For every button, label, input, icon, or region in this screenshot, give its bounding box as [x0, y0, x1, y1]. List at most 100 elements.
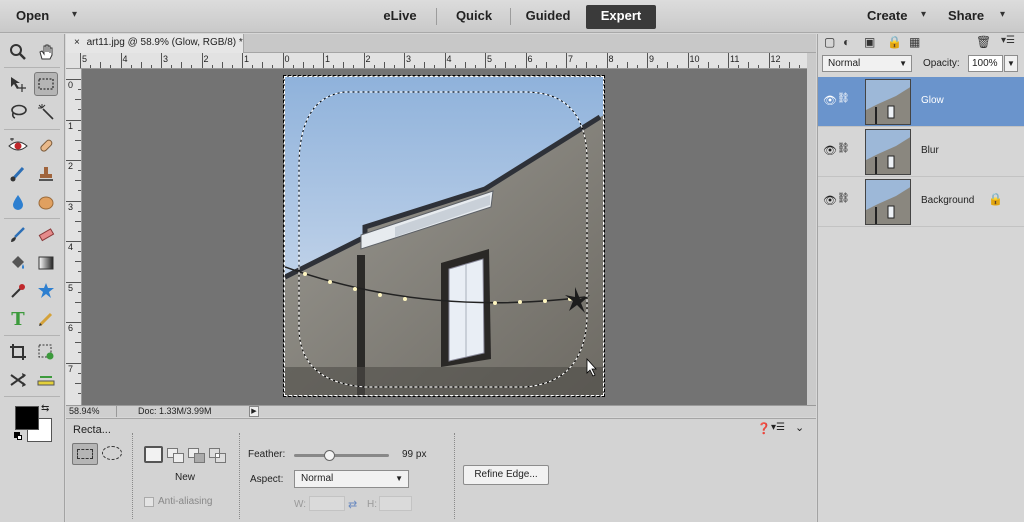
- sponge-icon[interactable]: [34, 190, 58, 214]
- new-selection-icon[interactable]: [144, 446, 163, 463]
- visibility-eye-icon[interactable]: 👁: [823, 144, 837, 157]
- ruler-label: 2: [68, 161, 74, 171]
- crop-icon[interactable]: [6, 340, 30, 364]
- add-selection-icon[interactable]: [167, 448, 185, 464]
- feather-slider-track[interactable]: [294, 450, 389, 461]
- close-tab-icon[interactable]: ×: [74, 37, 80, 48]
- opacity-dropdown-icon[interactable]: ▼: [1004, 55, 1018, 72]
- layer-link-icon[interactable]: ⛓: [837, 93, 850, 104]
- ruler-minor-tick: [100, 62, 102, 68]
- mode-guided[interactable]: Guided: [514, 5, 582, 29]
- width-input[interactable]: [309, 496, 345, 511]
- layer-row-blur[interactable]: 👁 ⛓ Blur: [818, 127, 1024, 177]
- layers-menu-icon[interactable]: ▾☰: [1001, 35, 1015, 46]
- ruler-label: 1: [244, 54, 250, 64]
- brush-icon[interactable]: [6, 223, 30, 247]
- rectangular-marquee-icon[interactable]: [34, 72, 58, 96]
- subtract-selection-icon[interactable]: [188, 448, 206, 464]
- mode-elive[interactable]: eLive: [368, 5, 432, 29]
- ruler-minor-tick: [626, 62, 628, 68]
- adjustment-layer-icon[interactable]: ◐: [843, 35, 850, 49]
- custom-shape-icon[interactable]: [34, 279, 58, 303]
- visibility-eye-icon[interactable]: 👁: [823, 194, 837, 207]
- clone-stamp-icon[interactable]: [34, 162, 58, 186]
- layer-link-icon[interactable]: ⛓: [837, 193, 850, 204]
- help-icon[interactable]: ❓: [757, 422, 771, 435]
- feather-slider-handle[interactable]: [324, 450, 336, 461]
- zoom-icon[interactable]: [6, 40, 30, 64]
- elliptical-marquee-option-icon[interactable]: [102, 446, 122, 460]
- swap-colors-icon[interactable]: ⇆: [41, 403, 49, 414]
- eraser-icon[interactable]: [34, 223, 58, 247]
- mode-quick[interactable]: Quick: [442, 5, 506, 29]
- canvas-area[interactable]: [82, 69, 807, 405]
- ruler-label: 5: [487, 54, 493, 64]
- layer-name[interactable]: Background: [921, 195, 974, 206]
- recompose-icon[interactable]: [34, 340, 58, 364]
- intersect-selection-icon[interactable]: [209, 448, 227, 464]
- layer-lock-icon[interactable]: 🔒: [988, 192, 1003, 206]
- ruler-label: 5: [68, 282, 74, 293]
- red-eye-icon[interactable]: [6, 134, 30, 158]
- blur-icon[interactable]: [6, 190, 30, 214]
- layer-mask-icon[interactable]: ▣: [864, 35, 875, 49]
- refine-edge-button[interactable]: Refine Edge...: [463, 465, 549, 485]
- blend-mode-dropdown[interactable]: Normal ▼: [822, 55, 912, 72]
- smart-brush-icon[interactable]: [6, 162, 30, 186]
- options-menu-icon[interactable]: ▾☰: [771, 422, 785, 433]
- width-label: W:: [294, 499, 307, 510]
- mode-expert[interactable]: Expert: [586, 5, 656, 29]
- hand-icon[interactable]: [34, 40, 58, 64]
- create-button[interactable]: Create: [867, 8, 907, 23]
- content-aware-move-icon[interactable]: [6, 368, 30, 392]
- foreground-color-swatch-front[interactable]: [15, 406, 39, 430]
- lock-all-icon[interactable]: 🔒: [887, 35, 902, 49]
- height-input[interactable]: [379, 496, 412, 511]
- paint-bucket-icon[interactable]: [6, 251, 30, 275]
- ruler-minor-tick: [75, 220, 81, 222]
- default-colors-icon[interactable]: [14, 432, 22, 440]
- collapse-options-icon[interactable]: ⌄: [795, 421, 804, 434]
- aspect-dropdown[interactable]: Normal ▼: [294, 470, 409, 488]
- ruler-minor-tick: [221, 62, 223, 68]
- layer-name[interactable]: Blur: [921, 145, 939, 156]
- layer-link-icon[interactable]: ⛓: [837, 143, 850, 154]
- anti-aliasing-checkbox[interactable]: [144, 497, 154, 507]
- pencil-icon[interactable]: [34, 307, 58, 331]
- move-icon[interactable]: [6, 72, 30, 96]
- straighten-icon[interactable]: [34, 368, 58, 392]
- open-button[interactable]: Open: [16, 8, 49, 23]
- opacity-input[interactable]: 100%: [968, 55, 1003, 72]
- visibility-eye-icon[interactable]: 👁: [823, 94, 837, 107]
- document-tab[interactable]: × art11.jpg @ 58.9% (Glow, RGB/8) *: [66, 34, 244, 53]
- layer-row-glow[interactable]: 👁 ⛓ Glow: [818, 77, 1024, 127]
- new-layer-icon[interactable]: ▢: [824, 35, 835, 49]
- mode-divider: [436, 8, 437, 25]
- ruler-minor-tick: [302, 62, 304, 68]
- swap-width-height-icon[interactable]: ⇄: [348, 498, 357, 511]
- status-bar: 58.94% Doc: 1.33M/3.99M ▶: [66, 405, 816, 417]
- gradient-icon[interactable]: [34, 251, 58, 275]
- lock-transparency-icon[interactable]: ▦: [909, 35, 920, 49]
- delete-layer-icon[interactable]: 🗑: [976, 35, 991, 49]
- vertical-scrollbar[interactable]: [807, 53, 816, 405]
- layer-name[interactable]: Glow: [921, 95, 944, 106]
- status-menu-icon[interactable]: ▶: [249, 406, 259, 417]
- ruler-minor-tick: [707, 62, 709, 68]
- type-icon[interactable]: T: [6, 307, 30, 331]
- zoom-level[interactable]: 58.94%: [69, 406, 100, 417]
- share-button[interactable]: Share: [948, 8, 984, 23]
- ruler-label: 0: [68, 80, 74, 90]
- quick-selection-icon[interactable]: [34, 100, 58, 124]
- layer-row-background[interactable]: 👁 ⛓ Background 🔒: [818, 177, 1024, 227]
- share-dropdown-icon[interactable]: ▾: [1000, 9, 1005, 20]
- spot-healing-icon[interactable]: [34, 134, 58, 158]
- photo-image[interactable]: [283, 75, 605, 397]
- open-dropdown-icon[interactable]: ▾: [72, 9, 77, 20]
- ruler-minor-tick: [75, 382, 81, 384]
- lasso-icon[interactable]: [6, 100, 30, 124]
- new-selection-label: New: [175, 472, 196, 483]
- rectangular-marquee-option-icon[interactable]: [72, 443, 98, 465]
- create-dropdown-icon[interactable]: ▾: [921, 9, 926, 20]
- eyedropper-icon[interactable]: [6, 279, 30, 303]
